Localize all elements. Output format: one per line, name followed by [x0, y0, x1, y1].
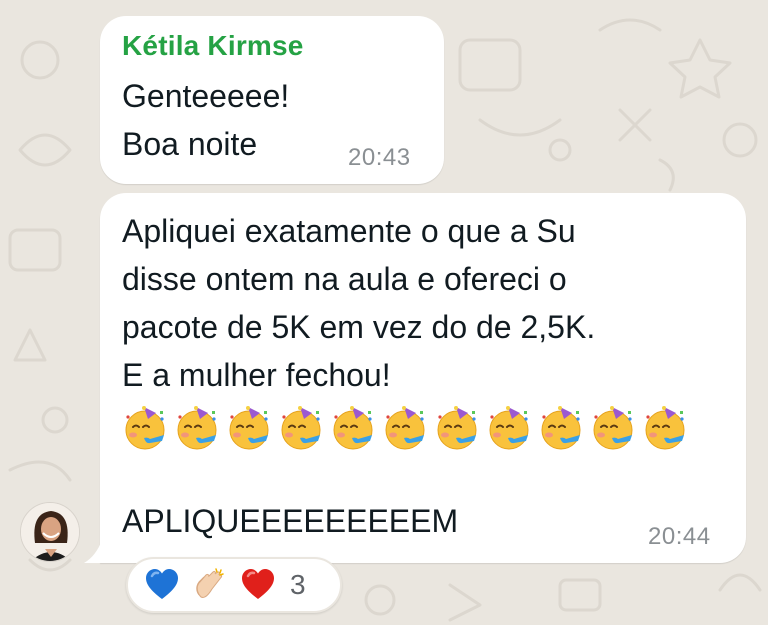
message-timestamp: 20:44 [648, 523, 711, 550]
red-heart-icon [242, 569, 274, 599]
clapping-hands-icon [196, 568, 224, 598]
blue-heart-icon [146, 569, 178, 599]
reactions-pill[interactable]: 3 [126, 557, 342, 613]
sender-name[interactable]: Kétila Kirmse [122, 30, 304, 62]
partying-face-icon [437, 406, 477, 450]
message-bubble-incoming[interactable]: Kétila Kirmse Genteeeee! Boa noite 20:43 [100, 16, 444, 184]
message-text-line: Apliquei exatamente o que a Su [122, 213, 576, 249]
person-photo-icon [21, 503, 79, 561]
partying-face-icon [125, 406, 165, 450]
partying-face-icon [593, 406, 633, 450]
reaction-count: 3 [290, 569, 306, 600]
partying-face-icon [333, 406, 373, 450]
message-text-line: pacote de 5K em vez do de 2,5K. [122, 309, 596, 345]
avatar[interactable] [20, 502, 80, 562]
emoji-row [122, 405, 688, 451]
message-text-line: Boa noite [122, 126, 258, 162]
partying-face-icon [177, 406, 217, 450]
partying-face-icon [281, 406, 321, 450]
partying-face-icon [229, 406, 269, 450]
bubble-tail [84, 540, 102, 563]
message-text-line: APLIQUEEEEEEEEEM [122, 503, 459, 539]
message-text-line: Genteeeee! [122, 78, 290, 114]
message-text-line: E a mulher fechou! [122, 357, 391, 393]
partying-face-icon [645, 406, 685, 450]
message-text-line: disse ontem na aula e ofereci o [122, 261, 567, 297]
partying-face-icon [541, 406, 581, 450]
message-timestamp: 20:43 [348, 144, 411, 171]
message-bubble-incoming[interactable]: Apliquei exatamente o que a Su disse ont… [100, 193, 746, 563]
partying-face-icon [385, 406, 425, 450]
partying-face-icon [489, 406, 529, 450]
